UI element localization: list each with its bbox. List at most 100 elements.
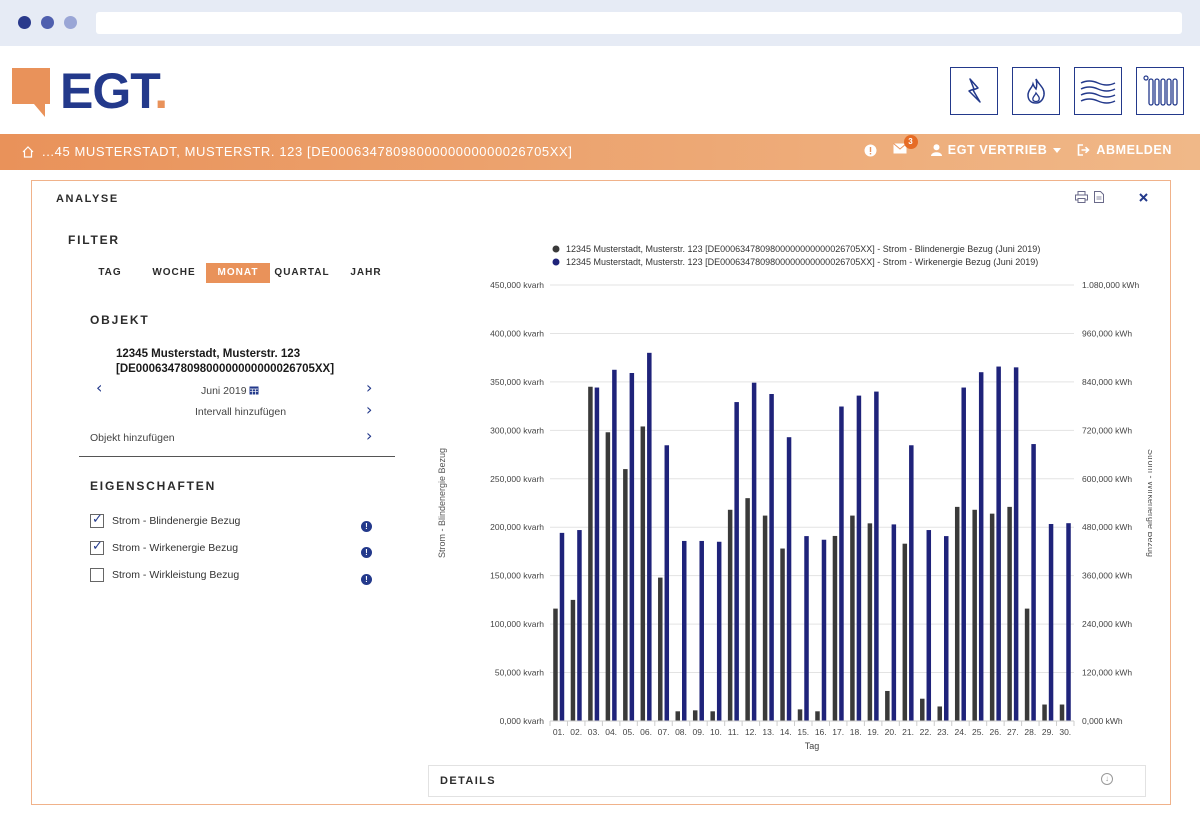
close-icon[interactable] xyxy=(1139,193,1148,202)
legend-label: 12345 Musterstadt, Musterstr. 123 [DE000… xyxy=(566,244,1040,254)
add-interval-chevron-icon[interactable]: › xyxy=(366,400,372,419)
object-line-1: 12345 Musterstadt, Musterstr. 123 xyxy=(116,348,301,360)
url-bar[interactable] xyxy=(96,12,1182,34)
waerme-mode-button[interactable] xyxy=(1074,67,1122,115)
strom-mode-button[interactable] xyxy=(950,67,998,115)
bar-wirkenergie xyxy=(1048,523,1054,721)
details-label: DETAILS xyxy=(440,775,497,787)
messages-button[interactable]: 3 xyxy=(892,135,918,157)
calendar-icon[interactable] xyxy=(249,385,259,395)
bar-blindenergie xyxy=(658,577,663,721)
y-axis-label-right: Strom - Wirkenergie Bezug xyxy=(1146,449,1152,557)
download-icon[interactable]: ↓ xyxy=(1101,773,1113,785)
bar-blindenergie xyxy=(972,509,977,721)
bar-blindenergie xyxy=(605,432,611,721)
next-month-icon[interactable]: › xyxy=(366,378,372,397)
bar-blindenergie xyxy=(850,515,855,721)
x-tick-label: 24. xyxy=(955,727,967,737)
property-row-wirkleistung[interactable]: Strom - Wirkleistung Bezug xyxy=(90,568,239,582)
x-tick-label: 17. xyxy=(832,727,844,737)
y-tick-left: 450,000 kvarh xyxy=(490,280,544,290)
add-object-chevron-icon[interactable]: › xyxy=(366,426,372,445)
legend-marker xyxy=(552,258,560,266)
bar-wirkenergie xyxy=(699,540,704,721)
bar-wirkenergie xyxy=(577,530,582,721)
logout-button[interactable]: ABMELDEN xyxy=(1077,143,1172,157)
alert-icon[interactable] xyxy=(864,144,877,157)
bar-blindenergie xyxy=(1024,608,1030,721)
y-tick-right: 600,000 kWh xyxy=(1082,474,1132,484)
property-label: Strom - Wirkenergie Bezug xyxy=(112,542,239,554)
bar-wirkenergie xyxy=(664,445,670,721)
panel-title: ANALYSE xyxy=(56,193,119,205)
heat-waves-icon xyxy=(1080,80,1116,104)
bar-wirkenergie xyxy=(839,406,844,721)
add-interval-link[interactable]: Intervall hinzufügen xyxy=(195,406,286,418)
x-tick-label: 14. xyxy=(780,727,792,737)
checkbox-wirkleistung[interactable] xyxy=(90,568,104,582)
y-tick-left: 200,000 kvarh xyxy=(490,522,544,532)
x-tick-label: 30. xyxy=(1059,727,1071,737)
gas-mode-button[interactable] xyxy=(1012,67,1060,115)
window-close-dot[interactable] xyxy=(18,16,31,29)
heizung-mode-button[interactable] xyxy=(1136,67,1184,115)
x-tick-label: 15. xyxy=(797,727,809,737)
add-object-link[interactable]: Objekt hinzufügen xyxy=(90,432,175,444)
x-tick-label: 02. xyxy=(570,727,582,737)
print-icon[interactable] xyxy=(1075,191,1088,203)
document-icon[interactable] xyxy=(1094,191,1104,203)
flame-icon xyxy=(1027,78,1045,104)
x-tick-label: 29. xyxy=(1042,727,1054,737)
bar-wirkenergie xyxy=(1066,523,1071,721)
egt-logo[interactable]: EGT. xyxy=(12,63,182,120)
property-row-blindenergie[interactable]: Strom - Blindenergie Bezug xyxy=(90,512,240,528)
y-tick-left: 150,000 kvarh xyxy=(490,571,544,581)
y-tick-left: 350,000 kvarh xyxy=(490,377,544,387)
objekt-heading: OBJEKT xyxy=(90,313,150,327)
info-icon[interactable]: ! xyxy=(361,574,372,585)
window-minimize-dot[interactable] xyxy=(41,16,54,29)
previous-month-icon[interactable]: ‹ xyxy=(96,378,102,397)
bar-wirkenergie xyxy=(769,394,774,721)
tab-quartal[interactable]: QUARTAL xyxy=(270,263,334,283)
y-tick-right: 240,000 kWh xyxy=(1082,619,1132,629)
tab-jahr[interactable]: JAHR xyxy=(334,263,398,283)
object-address[interactable]: ...45 MUSTERSTADT, MUSTERSTR. 123 [DE000… xyxy=(42,144,573,159)
tab-monat[interactable]: MONAT xyxy=(206,263,270,283)
y-tick-right: 840,000 kWh xyxy=(1082,377,1132,387)
x-tick-label: 13. xyxy=(762,727,774,737)
bar-blindenergie xyxy=(710,711,715,721)
bar-blindenergie xyxy=(920,698,925,721)
x-axis-label: Tag xyxy=(805,741,820,751)
details-section[interactable]: DETAILS ↓ xyxy=(428,765,1146,797)
x-tick-label: 03. xyxy=(588,727,600,737)
browser-chrome xyxy=(0,0,1200,46)
analyse-panel: ANALYSE FILTER TAG WOCHE MONAT QUARTAL J… xyxy=(31,180,1171,805)
top-nav-bar: ...45 MUSTERSTADT, MUSTERSTR. 123 [DE000… xyxy=(0,134,1200,170)
month-selector[interactable]: Juni 2019 xyxy=(201,385,259,397)
user-menu[interactable]: EGT VERTRIEB xyxy=(930,143,1062,157)
info-icon[interactable]: ! xyxy=(361,521,372,532)
y-tick-left: 400,000 kvarh xyxy=(490,328,544,338)
checkbox-blindenergie[interactable] xyxy=(90,512,104,528)
bar-blindenergie xyxy=(692,710,698,721)
bar-blindenergie xyxy=(780,548,785,721)
info-icon[interactable]: ! xyxy=(361,547,372,558)
tab-woche[interactable]: WOCHE xyxy=(142,263,206,283)
y-tick-left: 100,000 kvarh xyxy=(490,619,544,629)
y-tick-right: 480,000 kWh xyxy=(1082,522,1132,532)
tab-tag[interactable]: TAG xyxy=(78,263,142,283)
logo-text: EGT xyxy=(60,63,155,119)
bar-blindenergie xyxy=(832,535,838,721)
property-row-wirkenergie[interactable]: Strom - Wirkenergie Bezug xyxy=(90,539,239,555)
bar-blindenergie xyxy=(727,509,733,721)
x-tick-label: 07. xyxy=(658,727,670,737)
bar-blindenergie xyxy=(1007,506,1012,721)
checkbox-wirkenergie[interactable] xyxy=(90,539,104,555)
bar-wirkenergie xyxy=(734,402,739,721)
home-icon[interactable] xyxy=(22,145,34,158)
window-maximize-dot[interactable] xyxy=(64,16,77,29)
bar-wirkenergie xyxy=(751,382,757,721)
bar-wirkenergie xyxy=(594,387,600,721)
bar-blindenergie xyxy=(570,599,576,721)
